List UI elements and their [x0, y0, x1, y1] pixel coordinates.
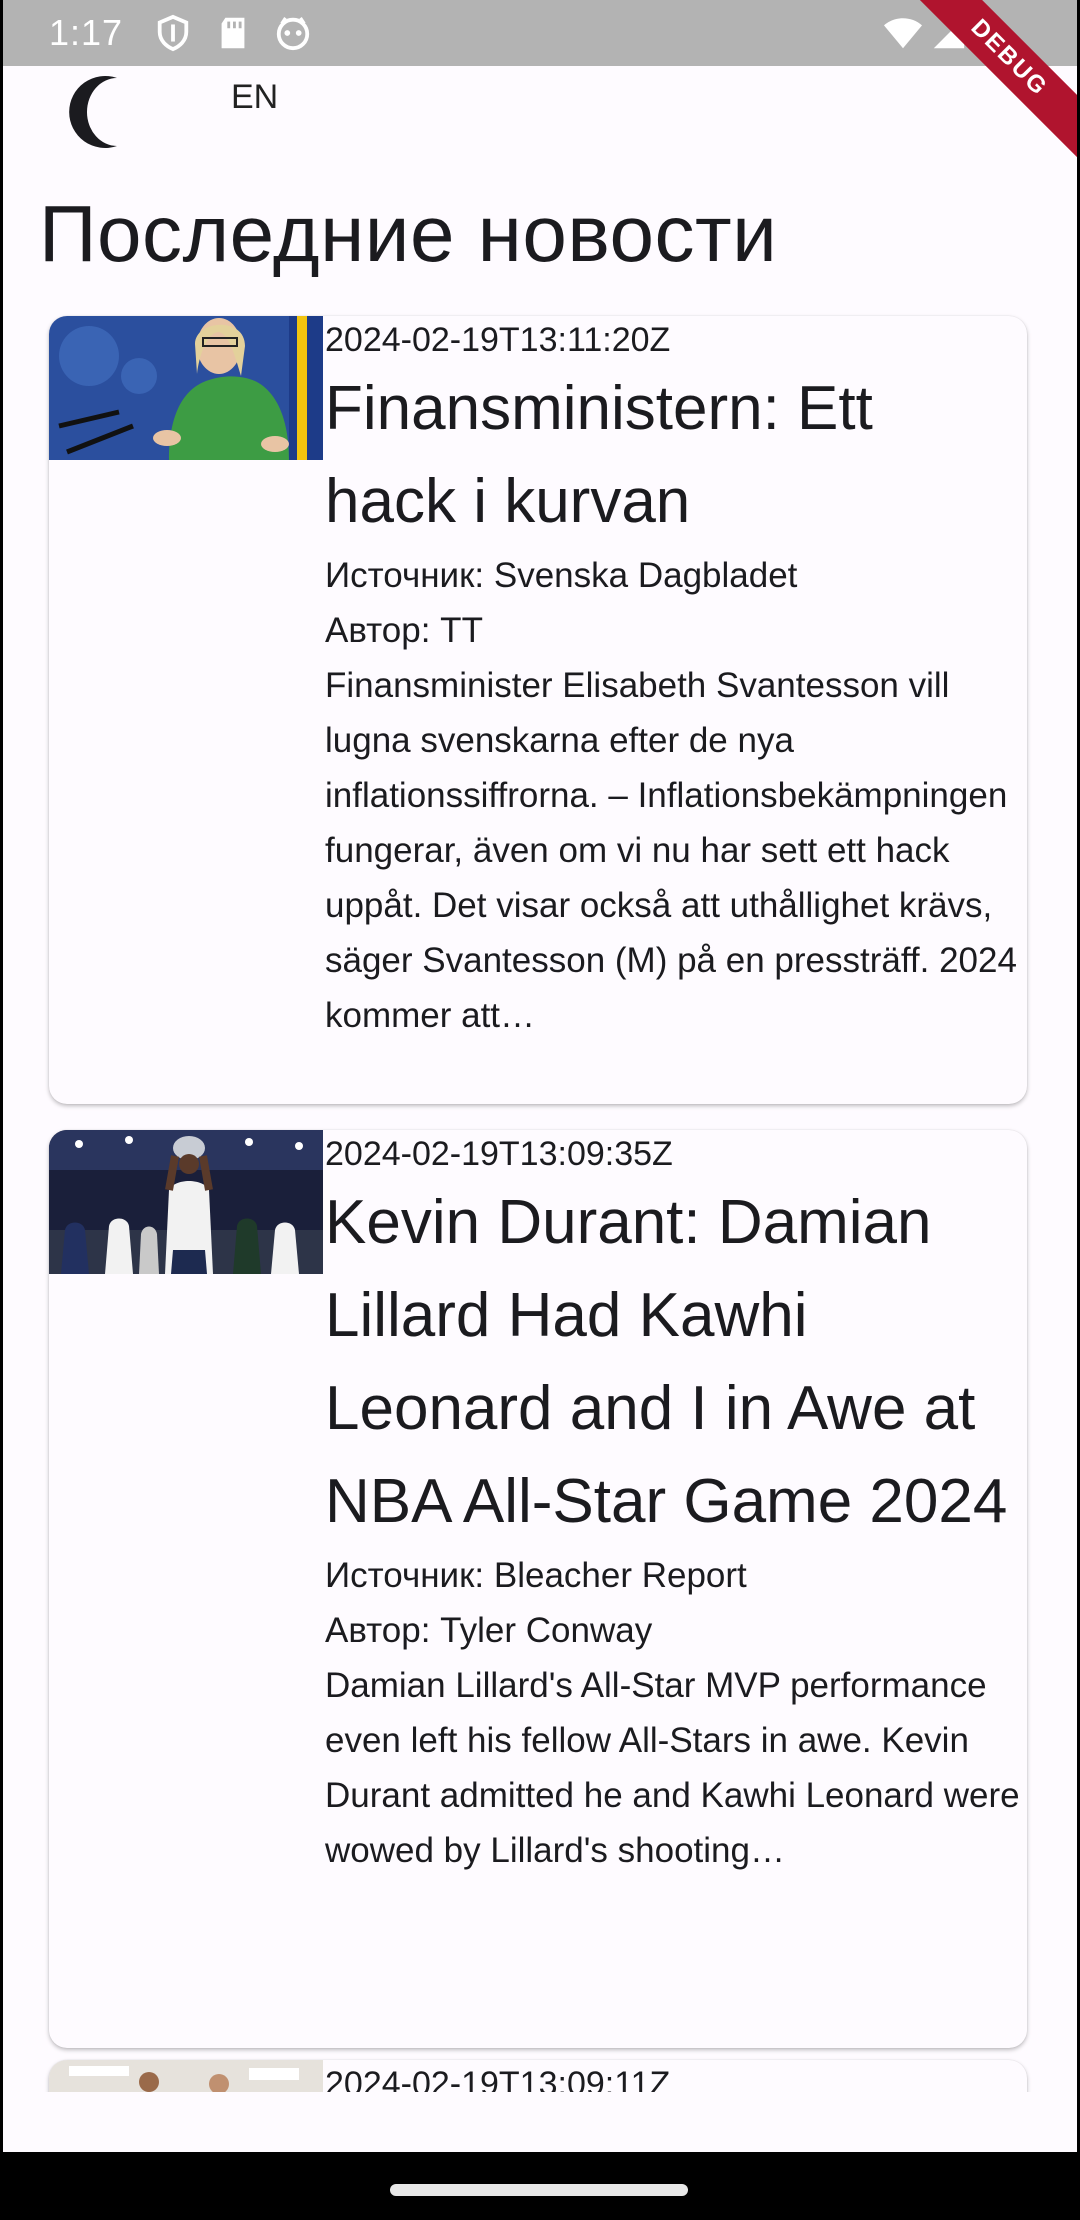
article-author: Автор: Tyler Conway	[325, 1611, 653, 1650]
article-content: 2024-02-19T13:09:11Z	[325, 2060, 1021, 2092]
news-list[interactable]: 2024-02-19T13:11:20Z Finansministern: Et…	[3, 312, 1077, 2092]
article-content: 2024-02-19T13:09:35Z Kevin Durant: Damia…	[325, 1130, 1021, 1878]
face-icon	[276, 17, 310, 51]
article-author: Автор: TT	[325, 611, 483, 650]
article-thumbnail	[49, 2060, 323, 2092]
page-title: Последние новости	[39, 189, 778, 278]
article-date: 2024-02-19T13:11:20Z	[325, 321, 671, 359]
article-date: 2024-02-19T13:09:35Z	[325, 1135, 673, 1173]
article-description: Finansminister Elisabeth Svantesson vill…	[325, 666, 1017, 1035]
app-screen: 1:17 DEBUG EN Последние новости 2024-02-…	[3, 0, 1077, 2152]
article-description: Damian Lillard's All-Star MVP performanc…	[325, 1666, 1020, 1870]
shield-icon	[157, 14, 189, 52]
article-thumbnail	[49, 1130, 323, 1274]
language-toggle[interactable]: EN	[231, 78, 278, 117]
sd-card-icon	[221, 17, 245, 49]
news-card[interactable]: 2024-02-19T13:11:20Z Finansministern: Et…	[49, 316, 1027, 1104]
system-nav-bar	[0, 2152, 1080, 2220]
home-indicator[interactable]	[390, 2184, 688, 2196]
article-source: Источник: Svenska Dagbladet	[325, 556, 798, 595]
moon-icon[interactable]	[69, 72, 139, 152]
wifi-icon	[884, 18, 922, 49]
article-thumbnail	[49, 316, 323, 460]
article-content: 2024-02-19T13:11:20Z Finansministern: Et…	[325, 316, 1021, 1043]
article-title[interactable]: Kevin Durant: Damian Lillard Had Kawhi L…	[325, 1176, 1021, 1548]
news-card[interactable]: 2024-02-19T13:09:35Z Kevin Durant: Damia…	[49, 1130, 1027, 2048]
status-time: 1:17	[49, 12, 124, 53]
article-source: Источник: Bleacher Report	[325, 1556, 747, 1595]
news-card[interactable]: 2024-02-19T13:09:11Z	[49, 2060, 1027, 2092]
status-bar: 1:17 DEBUG	[3, 0, 1077, 166]
article-title[interactable]: Finansministern: Ett hack i kurvan	[325, 362, 1021, 548]
article-date: 2024-02-19T13:09:11Z	[325, 2065, 671, 2092]
top-bar: EN	[3, 66, 1077, 166]
